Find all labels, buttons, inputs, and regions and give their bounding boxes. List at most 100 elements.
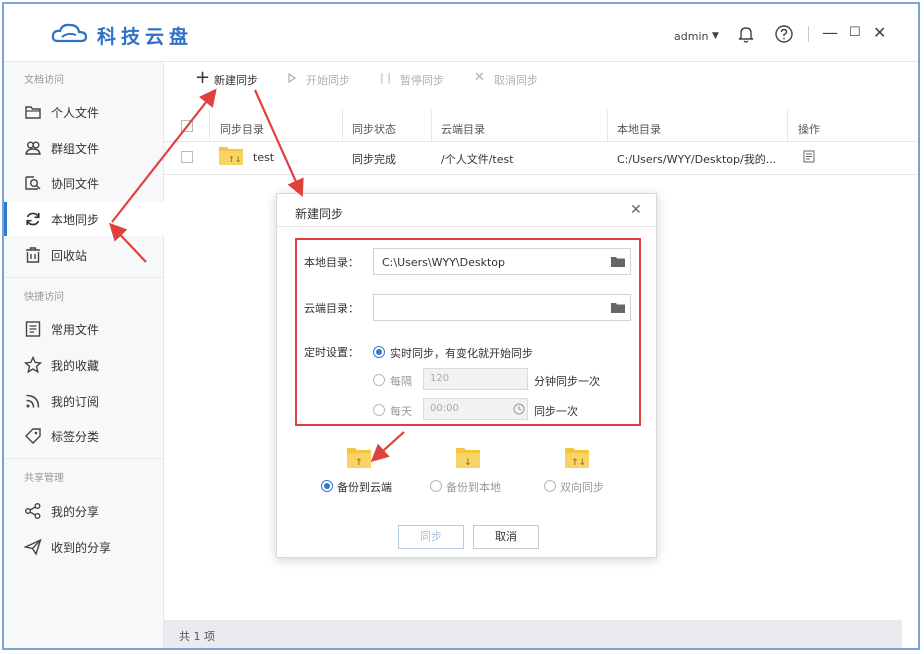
local-dir-input[interactable]: C:\Users\WYY\Desktop — [373, 248, 631, 275]
backup-to-cloud-folder-icon[interactable]: ↑ — [346, 445, 372, 469]
sidebar-item-label: 我的订阅 — [51, 395, 100, 409]
svg-text:↑↓: ↑↓ — [571, 458, 586, 468]
column-header-cloud-dir[interactable]: 云端目录 — [441, 121, 485, 137]
cloud-logo-icon — [51, 23, 88, 43]
realtime-option-label: 实时同步，有变化就开始同步 — [390, 347, 533, 360]
pause-icon: | | — [380, 71, 391, 84]
cloud-dir-input[interactable] — [373, 294, 631, 321]
details-icon[interactable] — [803, 150, 815, 163]
cancel-button[interactable]: 取消 — [473, 525, 539, 549]
mode-label-two-way: 双向同步 — [560, 481, 604, 494]
section-divider — [4, 458, 164, 459]
window-controls-divider — [808, 26, 809, 42]
help-icon[interactable] — [774, 24, 794, 44]
browse-folder-icon[interactable] — [611, 302, 625, 313]
bell-icon[interactable] — [736, 24, 756, 44]
plus-icon[interactable]: + — [195, 67, 210, 88]
close-icon: ✕ — [474, 70, 485, 85]
row-checkbox[interactable] — [181, 151, 193, 163]
interval-minutes-input[interactable]: 120 — [423, 368, 528, 390]
mode-label-backup-to-local: 备份到本地 — [446, 481, 501, 494]
mode-radio-backup-to-local[interactable] — [430, 480, 442, 492]
sidebar-item-label: 个人文件 — [51, 106, 100, 120]
status-bar — [164, 620, 902, 648]
mode-label-backup-to-cloud: 备份到云端 — [337, 481, 392, 494]
row-cloud-dir: /个人文件/test — [441, 153, 514, 166]
title-bar: 科技云盘 admin ▼ — ☐ ✕ — [4, 4, 918, 62]
column-divider — [787, 110, 788, 142]
mode-radio-two-way[interactable] — [544, 480, 556, 492]
interval-radio[interactable] — [373, 374, 385, 386]
sidebar-item-my-shares[interactable]: 我的分享 — [4, 494, 164, 528]
sync-button[interactable]: 同步 — [398, 525, 464, 549]
app-window: 科技云盘 admin ▼ — ☐ ✕ 文档访问 个人文件 群组文件 协同文件 本… — [2, 2, 920, 650]
two-way-sync-folder-icon[interactable]: ↑↓ — [564, 445, 590, 469]
dialog-divider — [277, 226, 656, 227]
folder-icon — [25, 106, 41, 119]
section-title-share: 共享管理 — [24, 473, 64, 484]
tag-icon — [25, 428, 41, 444]
sidebar-item-subscriptions[interactable]: 我的订阅 — [4, 384, 164, 418]
section-title-quick-access: 快捷访问 — [24, 292, 64, 303]
document-icon — [25, 321, 41, 337]
pause-sync-button[interactable]: 暂停同步 — [400, 72, 444, 88]
row-local-dir: C:/Users/WYY/Desktop/我的... — [617, 153, 777, 166]
sidebar-item-personal-files[interactable]: 个人文件 — [4, 95, 164, 129]
sidebar-item-received-shares[interactable]: 收到的分享 — [4, 530, 164, 564]
start-sync-button[interactable]: 开始同步 — [306, 72, 350, 88]
browse-folder-icon[interactable] — [611, 256, 625, 267]
row-divider — [164, 174, 918, 175]
sidebar-item-group-files[interactable]: 群组文件 — [4, 131, 164, 165]
sidebar-item-label: 群组文件 — [51, 142, 100, 156]
rss-icon — [26, 394, 40, 408]
group-icon — [25, 141, 41, 155]
daily-radio[interactable] — [373, 404, 385, 416]
cloud-dir-label: 云端目录： — [304, 302, 359, 315]
star-icon — [24, 356, 42, 374]
local-dir-label: 本地目录： — [304, 256, 359, 269]
sidebar-item-label: 回收站 — [51, 249, 88, 263]
row-name[interactable]: test — [253, 151, 274, 164]
column-header-actions: 操作 — [798, 123, 820, 136]
new-sync-button[interactable]: 新建同步 — [214, 72, 258, 88]
section-title-documents: 文档访问 — [24, 75, 64, 86]
user-menu[interactable]: admin — [674, 30, 708, 43]
share-icon — [25, 503, 41, 519]
sidebar-item-label: 收到的分享 — [51, 541, 112, 555]
sidebar-item-tags[interactable]: 标签分类 — [4, 419, 164, 453]
mode-radio-backup-to-cloud[interactable] — [321, 480, 333, 492]
trash-icon — [26, 247, 40, 263]
column-header-status[interactable]: 同步状态 — [352, 121, 396, 137]
chevron-down-icon[interactable]: ▼ — [712, 31, 719, 41]
close-button[interactable]: ✕ — [873, 23, 886, 43]
sidebar-item-label: 协同文件 — [51, 177, 100, 191]
column-divider — [607, 110, 608, 142]
dialog-close-icon[interactable]: ✕ — [630, 202, 642, 218]
interval-suffix: 分钟同步一次 — [534, 375, 600, 388]
realtime-radio[interactable] — [373, 346, 385, 358]
sidebar-item-recycle-bin[interactable]: 回收站 — [4, 238, 164, 272]
daily-suffix: 同步一次 — [534, 405, 578, 418]
column-divider — [431, 110, 432, 142]
cancel-sync-button[interactable]: 取消同步 — [494, 72, 538, 88]
schedule-label: 定时设置： — [304, 346, 359, 359]
sidebar-item-frequent-files[interactable]: 常用文件 — [4, 312, 164, 346]
svg-text:↓: ↓ — [464, 458, 472, 468]
sync-icon — [26, 212, 40, 226]
column-header-local-dir[interactable]: 本地目录 — [617, 121, 661, 137]
sidebar-item-label: 我的分享 — [51, 505, 100, 519]
item-count: 共 1 项 — [179, 630, 215, 643]
column-header-sync-dir[interactable]: 同步目录 — [220, 121, 264, 137]
minimize-button[interactable]: — — [822, 23, 838, 43]
sidebar-item-collab-files[interactable]: 协同文件 — [4, 166, 164, 200]
select-all-checkbox[interactable] — [181, 120, 193, 132]
sidebar-item-label: 本地同步 — [51, 213, 100, 227]
clock-icon[interactable] — [513, 403, 525, 415]
sidebar-item-local-sync[interactable]: 本地同步 — [4, 202, 164, 236]
send-icon — [24, 538, 42, 556]
sidebar-item-favorites[interactable]: 我的收藏 — [4, 348, 164, 382]
maximize-button[interactable]: ☐ — [849, 23, 861, 43]
dialog-title: 新建同步 — [295, 207, 344, 221]
sidebar-item-label: 标签分类 — [51, 430, 100, 444]
backup-to-local-folder-icon[interactable]: ↓ — [455, 445, 481, 469]
